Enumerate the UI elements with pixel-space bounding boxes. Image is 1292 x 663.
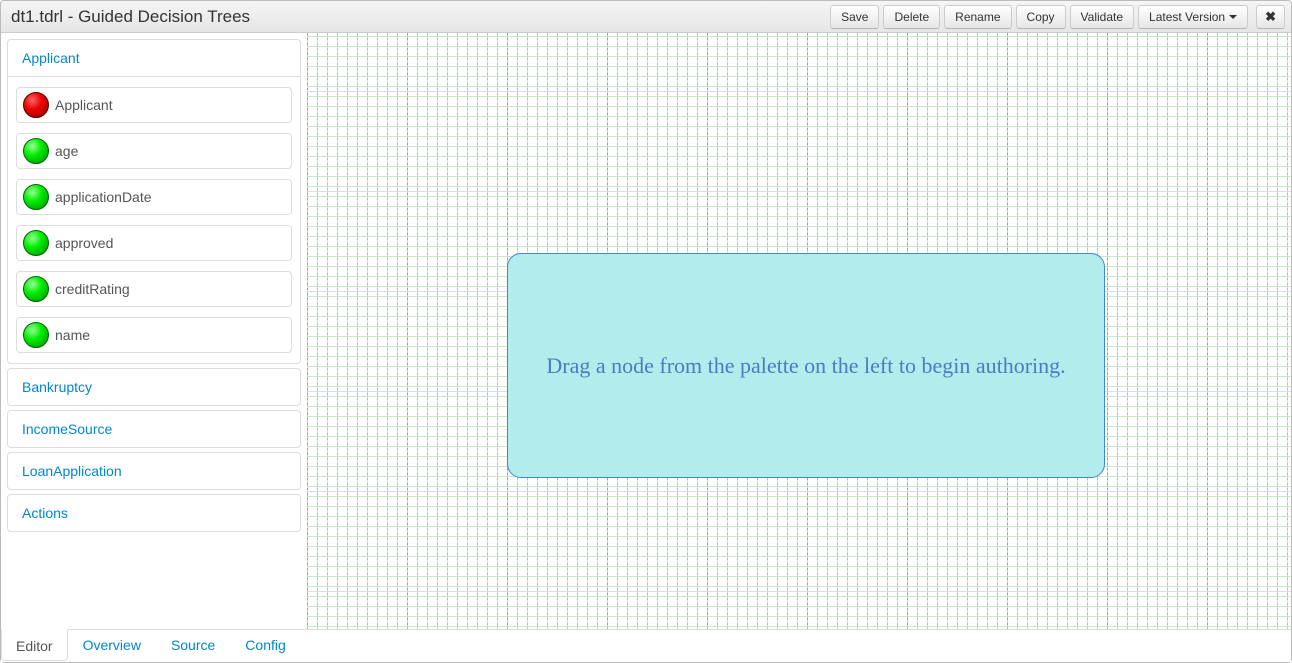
validate-button[interactable]: Validate bbox=[1070, 5, 1134, 29]
palette-section-header[interactable]: IncomeSource bbox=[8, 411, 300, 447]
header-buttons: Save Delete Rename Copy Validate Latest … bbox=[830, 5, 1285, 29]
palette-section: IncomeSource bbox=[7, 410, 301, 448]
palette-section: Actions bbox=[7, 494, 301, 532]
palette-node[interactable]: approved bbox=[16, 225, 292, 261]
palette-node-label: name bbox=[55, 327, 90, 343]
tab-config[interactable]: Config bbox=[230, 629, 300, 661]
rename-button[interactable]: Rename bbox=[944, 5, 1011, 29]
palette-node-label: Applicant bbox=[55, 97, 113, 113]
palette-node[interactable]: age bbox=[16, 133, 292, 169]
palette-node-label: applicationDate bbox=[55, 189, 152, 205]
tab-editor[interactable]: Editor bbox=[1, 629, 68, 661]
header-bar: dt1.tdrl - Guided Decision Trees Save De… bbox=[1, 1, 1291, 33]
save-button[interactable]: Save bbox=[830, 5, 879, 29]
type-node-icon bbox=[23, 92, 49, 118]
field-node-icon bbox=[23, 276, 49, 302]
palette-section-header[interactable]: Applicant bbox=[8, 40, 300, 76]
field-node-icon bbox=[23, 322, 49, 348]
palette-node-label: age bbox=[55, 143, 78, 159]
footer-tabs: EditorOverviewSourceConfig bbox=[1, 629, 1291, 662]
window-title: dt1.tdrl - Guided Decision Trees bbox=[11, 7, 830, 27]
palette-panel-group: Applicant Applicant age applicationDate appr… bbox=[7, 39, 301, 532]
palette-node[interactable]: applicationDate bbox=[16, 179, 292, 215]
content-area: Applicant Applicant age applicationDate appr… bbox=[1, 33, 1291, 629]
editor-window: dt1.tdrl - Guided Decision Trees Save De… bbox=[0, 0, 1292, 663]
canvas-hint: Drag a node from the palette on the left… bbox=[507, 253, 1105, 478]
field-node-icon bbox=[23, 230, 49, 256]
delete-button[interactable]: Delete bbox=[883, 5, 940, 29]
palette-section: Applicant Applicant age applicationDate appr… bbox=[7, 39, 301, 364]
caret-down-icon bbox=[1229, 15, 1237, 19]
version-dropdown[interactable]: Latest Version bbox=[1138, 5, 1248, 29]
tab-overview[interactable]: Overview bbox=[68, 629, 156, 661]
palette-node[interactable]: Applicant bbox=[16, 87, 292, 123]
copy-button[interactable]: Copy bbox=[1016, 5, 1066, 29]
palette-section: LoanApplication bbox=[7, 452, 301, 490]
version-label: Latest Version bbox=[1149, 10, 1225, 24]
palette-node[interactable]: name bbox=[16, 317, 292, 353]
palette-section-header[interactable]: Actions bbox=[8, 495, 300, 531]
field-node-icon bbox=[23, 138, 49, 164]
palette-section: Bankruptcy bbox=[7, 368, 301, 406]
palette-node-label: approved bbox=[55, 235, 113, 251]
close-button[interactable]: ✖ bbox=[1256, 5, 1285, 29]
field-node-icon bbox=[23, 184, 49, 210]
canvas-area[interactable]: Drag a node from the palette on the left… bbox=[307, 33, 1291, 629]
palette-section-header[interactable]: Bankruptcy bbox=[8, 369, 300, 405]
palette-node-label: creditRating bbox=[55, 281, 130, 297]
palette-node[interactable]: creditRating bbox=[16, 271, 292, 307]
palette-sidebar: Applicant Applicant age applicationDate appr… bbox=[1, 33, 307, 629]
palette-section-header[interactable]: LoanApplication bbox=[8, 453, 300, 489]
tab-source[interactable]: Source bbox=[156, 629, 230, 661]
palette-section-body: Applicant age applicationDate approved credi… bbox=[8, 76, 300, 363]
